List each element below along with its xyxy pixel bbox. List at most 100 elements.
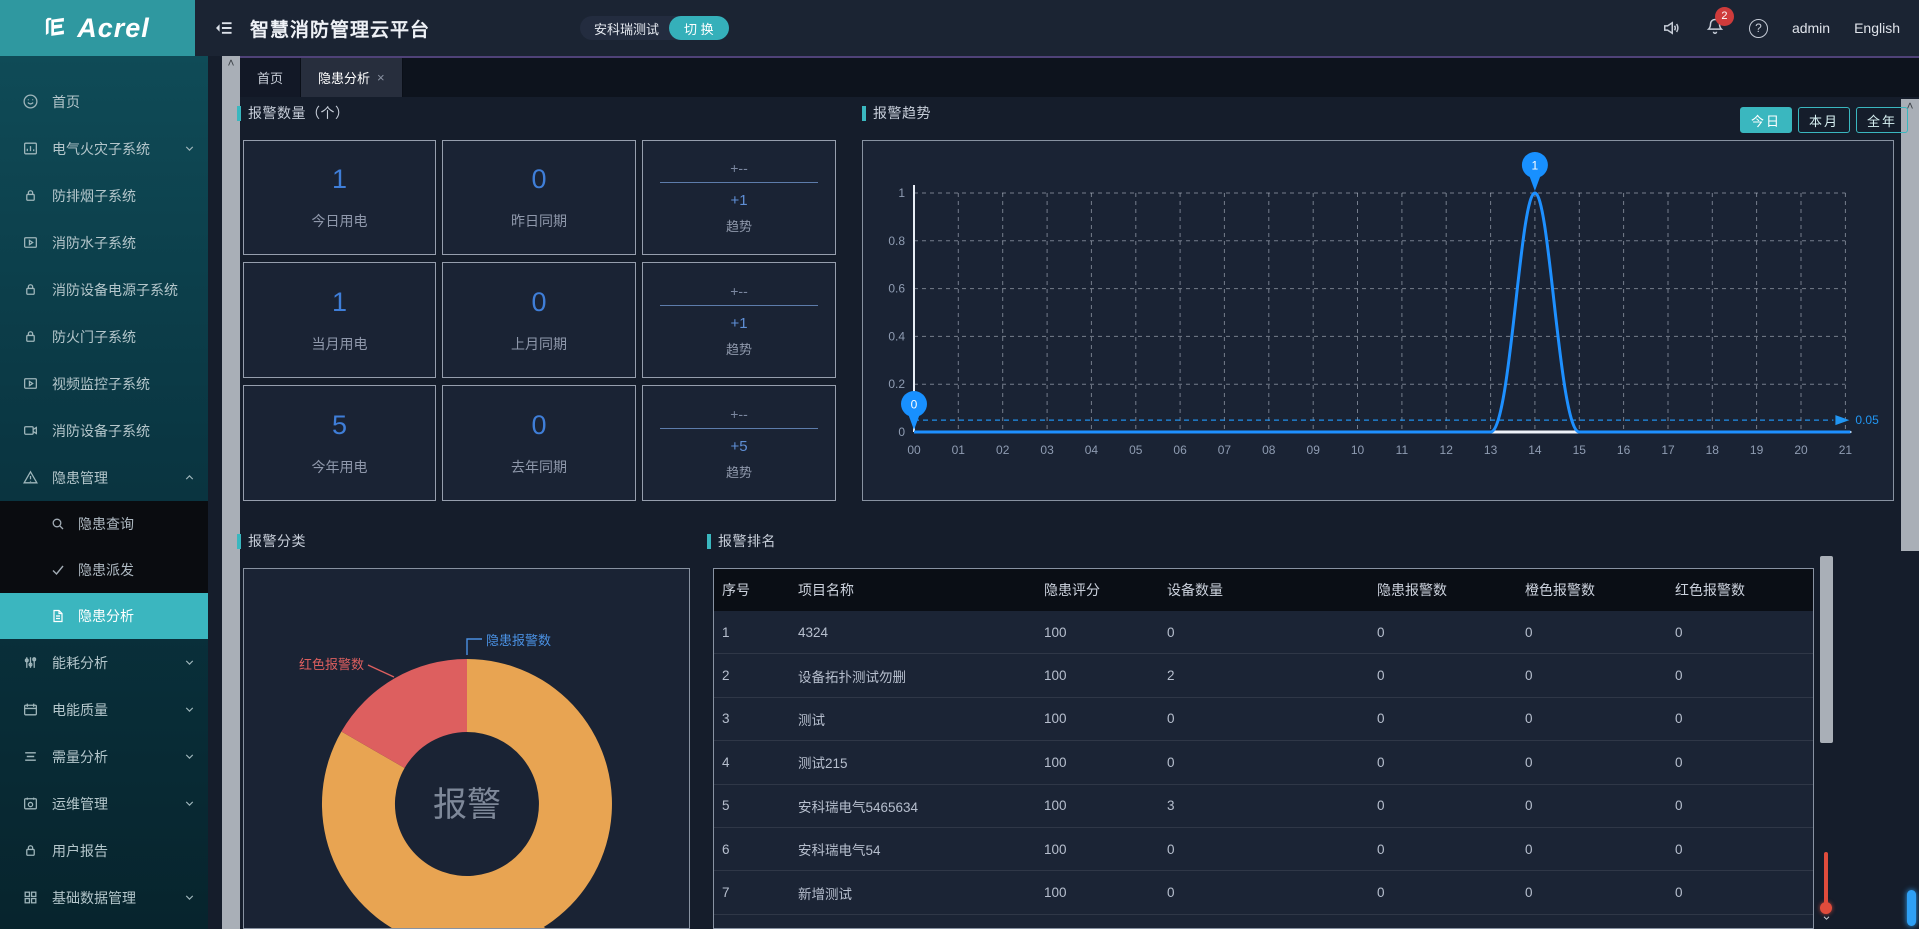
sidebar-item-fire-door[interactable]: 防火门子系统	[0, 313, 208, 360]
stat-value: 1	[332, 164, 347, 195]
table-row[interactable]: 2设备拓扑测试勿删1002000	[714, 654, 1813, 697]
table-section-title: 报警排名	[707, 531, 776, 551]
table-row[interactable]: 3测试1000000	[714, 698, 1813, 741]
notifications-button[interactable]: 2	[1705, 16, 1725, 41]
table-cell: 测试215	[790, 752, 1036, 772]
sidebar-item-fire-equipment-power[interactable]: 消防设备电源子系统	[0, 266, 208, 313]
svg-text:18: 18	[1706, 443, 1720, 457]
table-cell: 3	[1159, 798, 1369, 813]
range-button-today[interactable]: 今日	[1740, 107, 1792, 133]
sidebar-item-maintenance[interactable]: 运维管理	[0, 780, 208, 827]
svg-text:20: 20	[1794, 443, 1808, 457]
chevron-down-icon	[183, 750, 196, 763]
range-button-year[interactable]: 全年	[1856, 107, 1908, 133]
stat-card-last-month: 0 上月同期	[442, 262, 636, 378]
logo[interactable]: Acrel	[0, 0, 195, 56]
stat-label: 昨日同期	[511, 211, 567, 231]
sidebar-item-fire-water[interactable]: 消防水子系统	[0, 219, 208, 266]
content-scrollbar-left[interactable]: ˄	[222, 56, 240, 929]
column-header: 项目名称	[790, 580, 1036, 600]
table-row[interactable]: 5安科瑞电气54656341003000	[714, 785, 1813, 828]
sidebar-item-hazard-management[interactable]: 隐患管理	[0, 454, 208, 501]
sidebar-item-home[interactable]: 首页	[0, 78, 208, 125]
table-cell: 0	[1369, 711, 1517, 726]
top-header: Acrel 智慧消防管理云平台 安科瑞测试 切 换 2 ? admin Engl…	[0, 0, 1919, 56]
svg-text:13: 13	[1484, 443, 1498, 457]
sidebar-item-smoke-control[interactable]: 防排烟子系统	[0, 172, 208, 219]
table-row[interactable]: 6安科瑞电气541000000	[714, 828, 1813, 871]
sidebar-item-power-quality[interactable]: 电能质量	[0, 686, 208, 733]
sidebar-item-video-surveillance[interactable]: 视频监控子系统	[0, 360, 208, 407]
sidebar-item-user-report[interactable]: 用户报告	[0, 827, 208, 874]
svg-text:17: 17	[1661, 443, 1675, 457]
user-menu[interactable]: admin	[1792, 20, 1830, 36]
title-marker	[707, 534, 711, 549]
table-cell: 5	[714, 798, 790, 813]
trend-series	[914, 193, 1850, 432]
tab-hazard-analysis[interactable]: 隐患分析 ×	[301, 58, 403, 97]
trend-label: 趋势	[726, 462, 752, 481]
alarm-category-chart[interactable]: 报警隐患报警数红色报警数	[243, 568, 690, 929]
speaker-icon[interactable]	[1661, 18, 1681, 38]
time-range-buttons: 今日 本月 全年	[1740, 107, 1908, 133]
content-scrollbar-right[interactable]: ˄	[1901, 99, 1919, 551]
video-icon	[22, 375, 39, 392]
svg-text:03: 03	[1040, 443, 1054, 457]
table-cell: 0	[1159, 625, 1369, 640]
alarm-trend-chart[interactable]: 0.05000102030405060708091011121314151617…	[862, 140, 1894, 501]
stat-card-yesterday: 0 昨日同期	[442, 140, 636, 255]
chart-marker: 1	[1522, 152, 1548, 191]
svg-text:0.05: 0.05	[1855, 413, 1879, 427]
table-cell: 100	[1036, 755, 1159, 770]
tab-bar: 首页 隐患分析 ×	[240, 56, 1919, 97]
maintenance-icon	[22, 795, 39, 812]
table-cell: 0	[1517, 711, 1667, 726]
table-cell: 新增测试	[790, 883, 1036, 903]
table-row[interactable]: 143241000000	[714, 611, 1813, 654]
table-cell: 0	[1667, 625, 1814, 640]
sidebar-item-hazard-dispatch[interactable]: 隐患派发	[0, 547, 208, 593]
header-actions: 2 ? admin English	[1661, 0, 1900, 56]
svg-text:0.8: 0.8	[888, 234, 905, 248]
sidebar-item-hazard-analysis[interactable]: 隐患分析	[0, 593, 208, 639]
svg-text:04: 04	[1085, 443, 1099, 457]
stat-label: 当月用电	[312, 334, 368, 354]
sidebar-item-base-data[interactable]: 基础数据管理	[0, 874, 208, 921]
table-cell: 4324	[790, 625, 1036, 640]
sidebar-collapse-icon[interactable]	[212, 17, 236, 39]
tab-home[interactable]: 首页	[240, 58, 301, 97]
svg-text:10: 10	[1351, 443, 1365, 457]
page-scrollbar-thumb[interactable]	[1907, 890, 1916, 926]
table-cell: 0	[1369, 755, 1517, 770]
sidebar-item-electrical-fire[interactable]: 电气火灾子系统	[0, 125, 208, 172]
switch-project-button[interactable]: 切 换	[669, 16, 729, 40]
language-toggle[interactable]: English	[1854, 20, 1900, 36]
logo-text: Acrel	[77, 13, 150, 44]
calendar-icon	[22, 701, 39, 718]
sidebar-item-fire-devices[interactable]: 消防设备子系统	[0, 407, 208, 454]
table-row[interactable]: 4测试2151000000	[714, 741, 1813, 784]
table-header: 序号 项目名称 隐患评分 设备数量 隐患报警数 橙色报警数 红色报警数	[714, 569, 1813, 611]
table-row[interactable]: 7新增测试1000000	[714, 871, 1813, 914]
svg-text:14: 14	[1528, 443, 1542, 457]
video-icon	[22, 234, 39, 251]
table-cell: 0	[1517, 625, 1667, 640]
lower-scrollbar-thumb[interactable]	[1820, 556, 1833, 743]
grid-icon	[22, 889, 39, 906]
sidebar-item-energy-analysis[interactable]: 能耗分析	[0, 639, 208, 686]
table-cell: 0	[1159, 711, 1369, 726]
help-icon[interactable]: ?	[1749, 19, 1768, 38]
table-cell: 0	[1517, 755, 1667, 770]
column-header: 设备数量	[1159, 580, 1369, 600]
sidebar-item-hazard-query[interactable]: 隐患查询	[0, 501, 208, 547]
project-switcher[interactable]: 安科瑞测试 切 换	[580, 16, 729, 40]
table-cell: 测试	[790, 709, 1036, 729]
sidebar-item-demand-analysis[interactable]: 需量分析	[0, 733, 208, 780]
notification-badge: 2	[1715, 7, 1734, 26]
lock-icon	[22, 187, 39, 204]
trend-label: 趋势	[726, 216, 752, 235]
range-button-month[interactable]: 本月	[1798, 107, 1850, 133]
chevron-down-icon	[183, 891, 196, 904]
close-icon[interactable]: ×	[377, 70, 385, 85]
svg-text:报警: 报警	[433, 786, 501, 824]
